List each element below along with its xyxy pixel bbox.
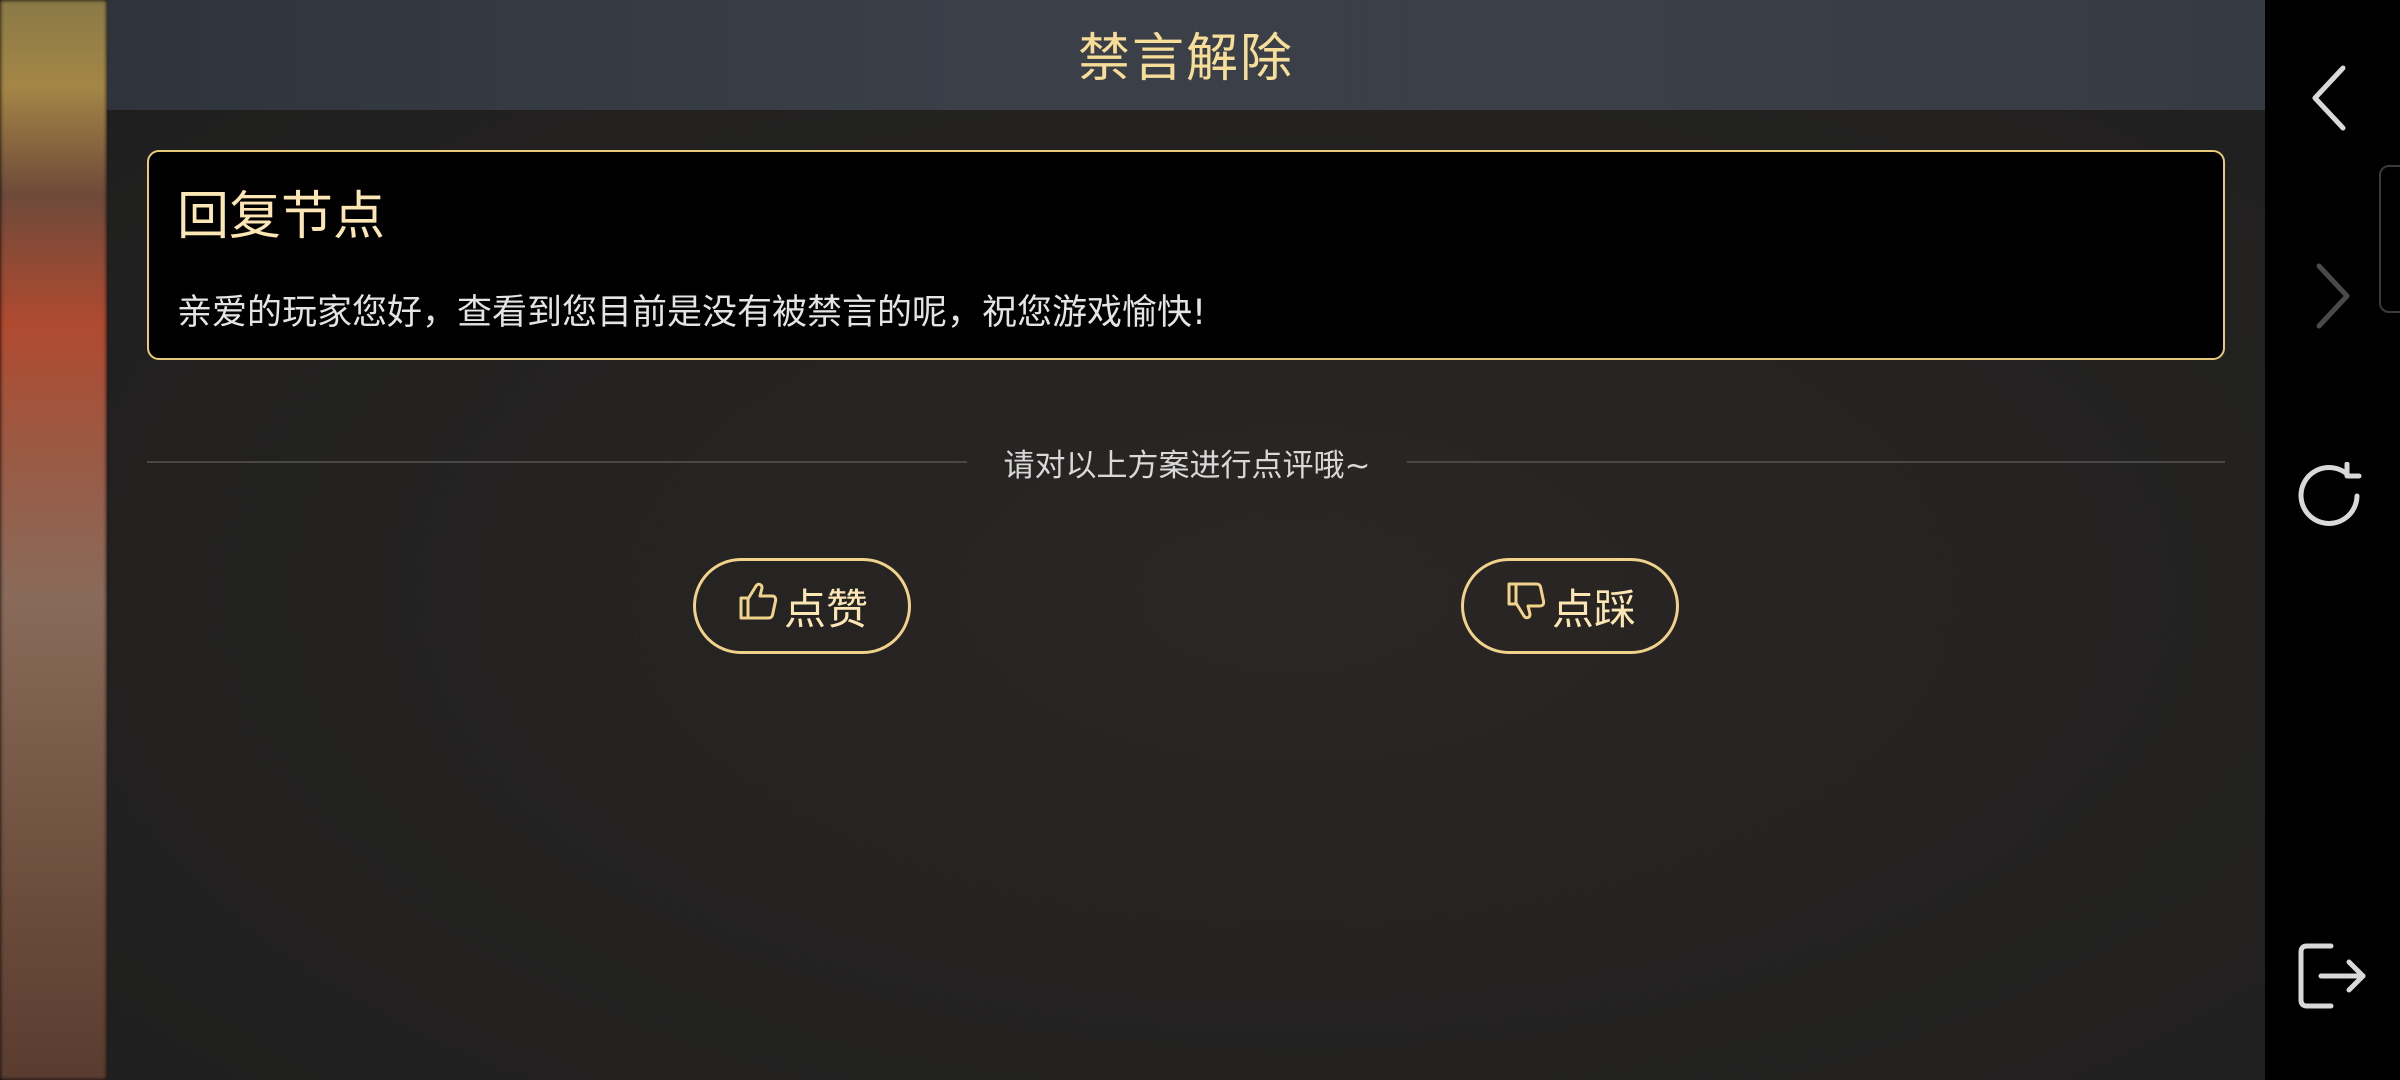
page-title: 禁言解除 xyxy=(1077,28,1294,89)
like-button[interactable]: 点赞 xyxy=(693,558,911,654)
forward-icon xyxy=(2295,260,2367,336)
reply-card: 回复节点 亲爱的玩家您好，查看到您目前是没有被禁言的呢，祝您游戏愉快! xyxy=(147,150,2225,360)
side-panel-handle[interactable] xyxy=(2379,165,2400,313)
back-button[interactable] xyxy=(2295,64,2367,136)
like-label: 点赞 xyxy=(783,584,868,634)
refresh-button[interactable] xyxy=(2295,461,2367,538)
reply-title: 回复节点 xyxy=(177,187,386,247)
exit-button[interactable] xyxy=(2295,942,2367,1014)
forward-button[interactable] xyxy=(2295,262,2367,334)
back-icon xyxy=(2295,62,2367,138)
exit-icon xyxy=(2295,940,2367,1016)
browser-sidebar xyxy=(2265,0,2400,1080)
thumbs-up-icon xyxy=(736,579,784,633)
reply-message: 亲爱的玩家您好，查看到您目前是没有被禁言的呢，祝您游戏愉快! xyxy=(177,293,1207,333)
divider-left xyxy=(147,461,967,463)
thumbs-down-icon xyxy=(1504,579,1552,633)
ban-release-panel: 禁言解除 回复节点 亲爱的玩家您好，查看到您目前是没有被禁言的呢，祝您游戏愉快!… xyxy=(107,0,2265,1080)
divider-right xyxy=(1407,461,2225,463)
game-background xyxy=(0,0,107,1080)
rating-prompt: 请对以上方案进行点评哦~ xyxy=(1003,448,1371,484)
dislike-button[interactable]: 点踩 xyxy=(1461,558,1679,654)
dislike-label: 点踩 xyxy=(1551,584,1636,634)
panel-header: 禁言解除 xyxy=(107,0,2265,110)
refresh-icon xyxy=(2295,461,2367,538)
